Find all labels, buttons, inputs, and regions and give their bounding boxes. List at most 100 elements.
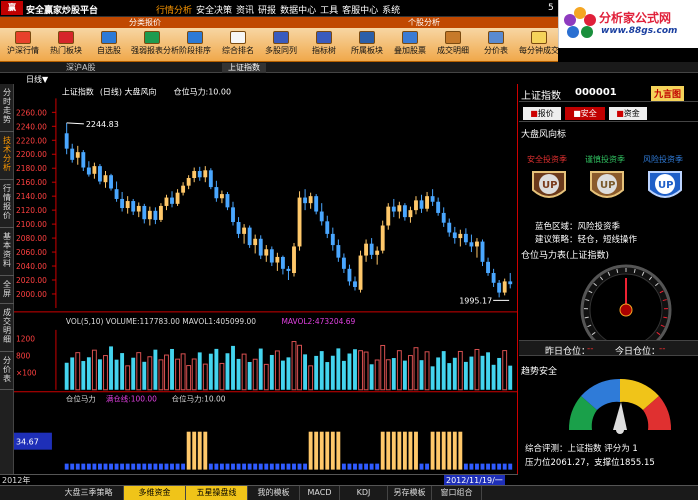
nine-chart-badge[interactable]: 九言图 bbox=[651, 86, 685, 101]
bottom-tab-0[interactable]: 大盘三季策略 bbox=[54, 486, 124, 500]
volume-bar bbox=[231, 345, 235, 390]
candle-body bbox=[158, 205, 163, 220]
volume-bar bbox=[280, 360, 285, 390]
sidebar-tab-5[interactable]: 成交明细 bbox=[0, 306, 14, 352]
toolbar-button-0[interactable]: 沪深行情 bbox=[2, 29, 44, 61]
volume-bar bbox=[208, 353, 213, 390]
power-bar bbox=[463, 463, 468, 470]
power-bar bbox=[158, 463, 163, 470]
price-tick-label: 2060.00 bbox=[16, 248, 47, 257]
volume-bar bbox=[341, 360, 346, 390]
menu-item-7[interactable]: 系统 bbox=[382, 3, 400, 16]
toolbar-button-4[interactable]: 阶段排序 bbox=[174, 29, 216, 61]
sidebar-tab-4[interactable]: 全屏 bbox=[0, 278, 14, 304]
power-bar bbox=[92, 463, 97, 470]
toolbar-button-7[interactable]: 指标树 bbox=[303, 29, 345, 61]
bottom-tab-7[interactable]: 窗口组合 bbox=[432, 486, 482, 500]
menu-item-0[interactable]: 行情分析 bbox=[156, 3, 192, 16]
quote-report-button[interactable]: ■报价 bbox=[523, 107, 561, 120]
menu-item-6[interactable]: 客服中心 bbox=[342, 3, 378, 16]
fund-report-button[interactable]: ■资金 bbox=[609, 107, 647, 120]
sidebar-tab-6[interactable]: 分价表 bbox=[0, 354, 14, 390]
bottom-tab-1[interactable]: 多维资金 bbox=[124, 486, 186, 500]
candle-body bbox=[170, 197, 174, 204]
toolbar-button-1[interactable]: 热门板块 bbox=[45, 29, 87, 61]
index-code: 000001 bbox=[575, 87, 617, 98]
toolbar-button-9[interactable]: 叠加股票 bbox=[389, 29, 431, 61]
candle-body bbox=[375, 250, 380, 255]
candle-body bbox=[258, 238, 263, 256]
menu-item-2[interactable]: 资讯 bbox=[236, 3, 254, 16]
power-bar bbox=[147, 463, 152, 470]
candle-body bbox=[452, 232, 457, 239]
power-bar bbox=[353, 463, 357, 470]
power-bar bbox=[486, 463, 490, 470]
menu-item-5[interactable]: 工具 bbox=[320, 3, 338, 16]
bottom-tabs-bar: 大盘三季策略 多维资金 五星操盘线 我的模板 MACD KDJ 另存模板 窗口组合 bbox=[0, 485, 698, 500]
toolbar-button-5[interactable]: 综合排名 bbox=[217, 29, 259, 61]
power-bar bbox=[469, 463, 474, 470]
volume-bar bbox=[480, 355, 485, 390]
bottom-tab-5[interactable]: KDJ bbox=[340, 486, 388, 500]
tab-sh-sz-a[interactable]: 深沪A股 bbox=[60, 63, 101, 73]
power-bar bbox=[341, 463, 346, 470]
power-bar bbox=[81, 463, 86, 470]
power-bar bbox=[391, 431, 396, 470]
power-bar bbox=[280, 463, 285, 470]
power-bar bbox=[164, 463, 169, 470]
candle-body bbox=[314, 196, 319, 212]
candle-body bbox=[430, 196, 435, 202]
candle-body bbox=[208, 170, 213, 188]
power-bar bbox=[208, 463, 213, 470]
candle-body bbox=[325, 221, 330, 234]
volume-bar bbox=[286, 357, 291, 390]
volume-bar bbox=[391, 358, 396, 390]
power-bar bbox=[491, 463, 496, 470]
toolbar-button-3[interactable]: 强弱报表分析 bbox=[131, 29, 179, 61]
chart-title: 上证指数 bbox=[62, 86, 94, 96]
tab-sh-index[interactable]: 上证指数 bbox=[222, 63, 266, 73]
toolbar-button-6[interactable]: 多股同列 bbox=[260, 29, 302, 61]
candle-body bbox=[97, 166, 102, 182]
volume-bar bbox=[131, 357, 136, 390]
season-label-1: 谨慎投资季 bbox=[585, 155, 625, 164]
power-bar bbox=[508, 463, 513, 470]
sidebar-tab-2[interactable]: 行情报价 bbox=[0, 182, 14, 228]
toolbar-button-12[interactable]: 每分钟成交 bbox=[518, 29, 560, 61]
bottom-tab-2[interactable]: 五星操盘线 bbox=[186, 486, 248, 500]
candle-body bbox=[114, 189, 119, 199]
power-bar bbox=[297, 463, 302, 470]
safety-report-button[interactable]: ■安全 bbox=[565, 107, 605, 120]
candle-body bbox=[125, 201, 130, 209]
candle-body bbox=[408, 210, 413, 218]
menu-item-1[interactable]: 安全决策 bbox=[196, 3, 232, 16]
power-full-line: 满仓线:100.00 bbox=[106, 394, 157, 404]
sidebar-tab-0[interactable]: 分时走势 bbox=[0, 86, 14, 132]
brand-name: 分析家公式网 bbox=[599, 11, 672, 25]
bottom-tab-4[interactable]: MACD bbox=[300, 486, 340, 500]
sidebar-tab-1[interactable]: 技术分析 bbox=[0, 134, 14, 180]
toolbar-button-10[interactable]: 成交明细 bbox=[432, 29, 474, 61]
yesterday-label: 昨日仓位： bbox=[545, 347, 591, 357]
menu-item-3[interactable]: 研报 bbox=[258, 3, 276, 16]
menu-item-4[interactable]: 数据中心 bbox=[280, 3, 316, 16]
power-bar bbox=[480, 463, 485, 470]
candle-body bbox=[303, 197, 308, 204]
candle-body bbox=[280, 256, 285, 269]
sidebar-tab-3[interactable]: 基本资料 bbox=[0, 230, 14, 276]
candle-body bbox=[475, 241, 479, 247]
price-tick-label: 2180.00 bbox=[16, 164, 47, 173]
window-number: 5 bbox=[548, 3, 554, 13]
candle-body bbox=[120, 198, 125, 209]
bottom-tab-3[interactable]: 我的模板 bbox=[248, 486, 300, 500]
left-sidebar: 分时走势技术分析行情报价基本资料全屏成交明细分价表 bbox=[0, 84, 14, 474]
toolbar-button-2[interactable]: 自选股 bbox=[88, 29, 130, 61]
toolbar-button-8[interactable]: 所属板块 bbox=[346, 29, 388, 61]
toolbar-button-label: 所属板块 bbox=[351, 46, 383, 55]
candle-body bbox=[192, 171, 197, 179]
power-bar bbox=[253, 463, 258, 470]
toolbar-button-11[interactable]: 分价表 bbox=[475, 29, 517, 61]
bottom-tab-6[interactable]: 另存模板 bbox=[388, 486, 432, 500]
sector-icon bbox=[58, 31, 74, 44]
power-bar bbox=[402, 431, 407, 470]
